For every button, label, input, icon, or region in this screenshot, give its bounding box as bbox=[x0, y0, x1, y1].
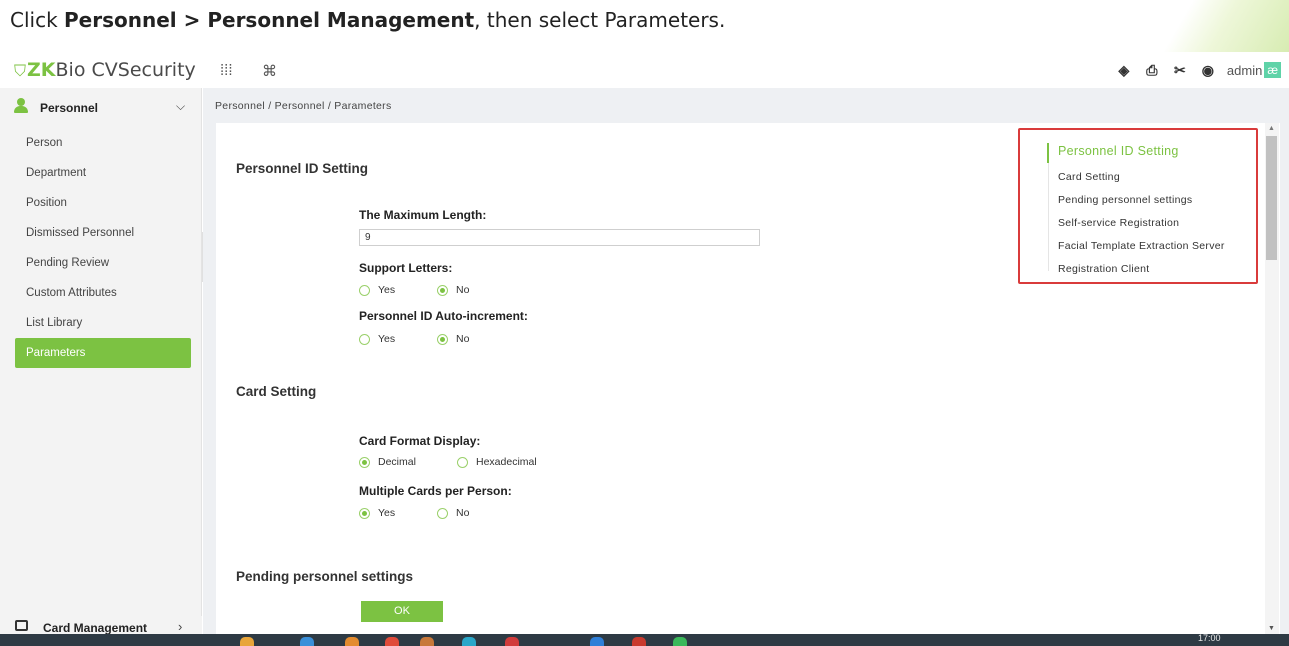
user-circle-icon[interactable]: ◉ bbox=[1199, 61, 1217, 79]
sidebar-item-person[interactable]: Person bbox=[0, 128, 202, 158]
card-format-hexadecimal-radio[interactable]: Hexadecimal bbox=[457, 456, 537, 468]
multiple-cards-yes-radio[interactable]: Yes bbox=[359, 507, 437, 519]
top-bar: ⛉ZKBio CVSecurity ⁞⁞⁞ ⌘ ◈ ⎙ ✂ ◉ admin æ bbox=[0, 56, 1289, 88]
os-taskbar: 17:00 bbox=[0, 634, 1289, 646]
scroll-thumb[interactable] bbox=[1266, 136, 1277, 260]
breadcrumb: Personnel / Personnel / Parameters bbox=[215, 100, 392, 112]
taskbar-app-icon[interactable] bbox=[673, 637, 687, 646]
command-icon[interactable]: ⌘ bbox=[262, 62, 277, 80]
scroll-down-icon[interactable]: ▼ bbox=[1268, 625, 1275, 632]
apps-grid-icon[interactable]: ⁞⁞⁞ bbox=[220, 62, 233, 79]
support-letters-label: Support Letters: bbox=[359, 261, 453, 275]
taskbar-app-icon[interactable] bbox=[632, 637, 646, 646]
taskbar-app-icon[interactable] bbox=[505, 637, 519, 646]
user-name[interactable]: admin bbox=[1227, 63, 1262, 78]
multiple-cards-no-radio[interactable]: No bbox=[437, 507, 469, 519]
auto-increment-radio-group: Yes No bbox=[359, 333, 469, 345]
sidebar-item-parameters[interactable]: Parameters bbox=[15, 338, 191, 368]
taskbar-app-icon[interactable] bbox=[420, 637, 434, 646]
badge-icon: æ bbox=[1264, 62, 1281, 78]
card-format-label: Card Format Display: bbox=[359, 434, 481, 448]
taskbar-app-icon[interactable] bbox=[345, 637, 359, 646]
tools-icon[interactable]: ✂ bbox=[1171, 61, 1189, 79]
auto-increment-yes-radio[interactable]: Yes bbox=[359, 333, 437, 345]
sidebar-item-dismissed-personnel[interactable]: Dismissed Personnel bbox=[0, 218, 202, 248]
taskbar-clock: 17:00 bbox=[1198, 634, 1221, 643]
chevron-down-icon: ⌵ bbox=[176, 99, 186, 113]
card-icon bbox=[15, 620, 28, 631]
support-letters-no-radio[interactable]: No bbox=[437, 284, 469, 296]
card-format-decimal-radio[interactable]: Decimal bbox=[359, 456, 457, 468]
chevron-right-icon: › bbox=[178, 619, 183, 634]
auto-increment-no-radio[interactable]: No bbox=[437, 333, 469, 345]
sidebar-item-pending-review[interactable]: Pending Review bbox=[0, 248, 202, 278]
section-title-pending-personnel: Pending personnel settings bbox=[236, 569, 414, 584]
shield-logo-icon: ⛉ bbox=[14, 61, 27, 80]
content-scrollbar[interactable]: ▲ ▼ bbox=[1265, 123, 1279, 634]
max-length-input[interactable] bbox=[359, 229, 760, 246]
corner-decoration bbox=[1139, 0, 1289, 52]
sidebar: Personnel ⌵ Person Department Position D… bbox=[0, 88, 202, 646]
taskbar-app-icon[interactable] bbox=[300, 637, 314, 646]
anchor-self-service-registration[interactable]: Self-service Registration bbox=[1058, 217, 1179, 229]
anchor-active-marker bbox=[1047, 143, 1049, 163]
module-label: Card Management bbox=[43, 621, 148, 635]
section-title-personnel-id: Personnel ID Setting bbox=[236, 161, 369, 176]
anchor-card-setting[interactable]: Card Setting bbox=[1058, 171, 1120, 183]
max-length-label: The Maximum Length: bbox=[359, 208, 487, 222]
parameters-panel: Personnel ID Setting The Maximum Length:… bbox=[216, 123, 1280, 634]
scroll-up-icon[interactable]: ▲ bbox=[1268, 125, 1275, 132]
sidebar-item-list-library[interactable]: List Library bbox=[0, 308, 202, 338]
taskbar-app-icon[interactable] bbox=[462, 637, 476, 646]
multiple-cards-label: Multiple Cards per Person: bbox=[359, 484, 512, 498]
sidebar-item-custom-attributes[interactable]: Custom Attributes bbox=[0, 278, 202, 308]
support-letters-radio-group: Yes No bbox=[359, 284, 469, 296]
taskbar-app-icon[interactable] bbox=[590, 637, 604, 646]
card-format-radio-group: Decimal Hexadecimal bbox=[359, 456, 537, 468]
content-area: Personnel / Personnel / Parameters Perso… bbox=[203, 88, 1289, 634]
sidebar-item-position[interactable]: Position bbox=[0, 188, 202, 218]
module-label: Personnel bbox=[40, 101, 99, 115]
anchor-registration-client[interactable]: Registration Client bbox=[1058, 263, 1150, 275]
app-logo[interactable]: ⛉ZKBio CVSecurity bbox=[14, 59, 196, 81]
sidebar-item-department[interactable]: Department bbox=[0, 158, 202, 188]
anchor-personnel-id-setting[interactable]: Personnel ID Setting bbox=[1058, 144, 1179, 158]
instruction-text: Click Personnel > Personnel Management, … bbox=[10, 8, 726, 32]
auto-increment-label: Personnel ID Auto-increment: bbox=[359, 309, 528, 323]
sidebar-menu: Person Department Position Dismissed Per… bbox=[0, 128, 202, 368]
section-title-card-setting: Card Setting bbox=[236, 384, 317, 399]
anchor-facial-template-extraction-server[interactable]: Facial Template Extraction Server bbox=[1058, 240, 1225, 252]
support-letters-yes-radio[interactable]: Yes bbox=[359, 284, 437, 296]
taskbar-app-icon[interactable] bbox=[240, 637, 254, 646]
print-icon[interactable]: ⎙ bbox=[1143, 61, 1161, 79]
screen: Click Personnel > Personnel Management, … bbox=[0, 0, 1289, 646]
sidebar-module-personnel[interactable]: Personnel ⌵ bbox=[0, 88, 202, 128]
top-right-tools: ◈ ⎙ ✂ ◉ admin æ bbox=[1115, 61, 1281, 79]
multiple-cards-radio-group: Yes No bbox=[359, 507, 469, 519]
taskbar-app-icon[interactable] bbox=[385, 637, 399, 646]
anchor-pending-personnel-settings[interactable]: Pending personnel settings bbox=[1058, 194, 1192, 206]
compass-icon[interactable]: ◈ bbox=[1115, 61, 1133, 79]
ok-button[interactable]: OK bbox=[361, 601, 443, 622]
person-icon bbox=[14, 98, 28, 114]
section-anchor-nav: Personnel ID Setting Card Setting Pendin… bbox=[1018, 128, 1258, 284]
